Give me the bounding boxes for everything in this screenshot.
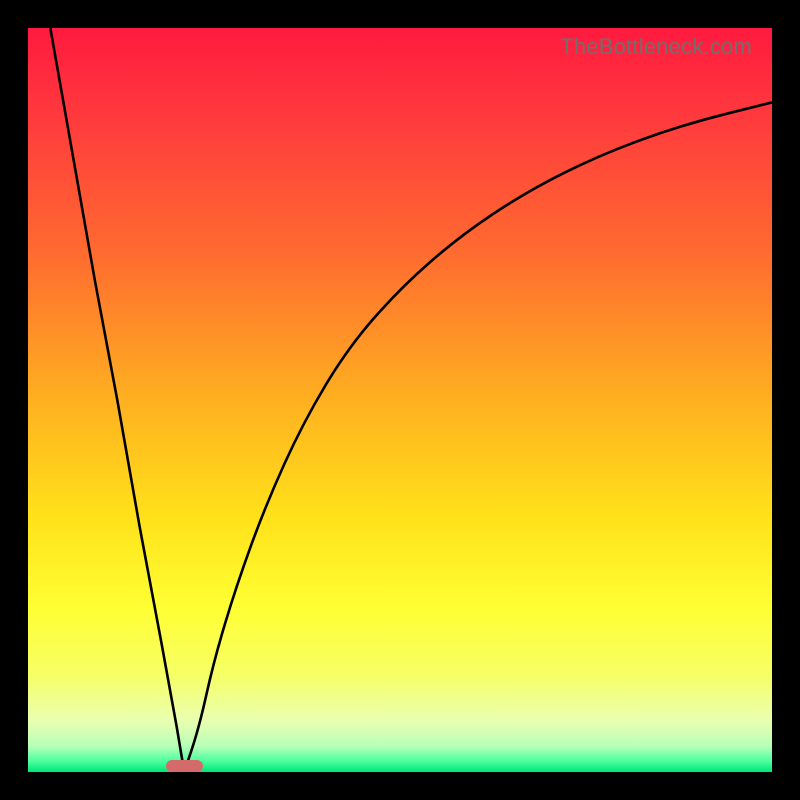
curve-right-branch (184, 102, 772, 772)
bottleneck-curve (28, 28, 772, 772)
plot-area: TheBottleneck.com (28, 28, 772, 772)
optimal-marker (166, 760, 203, 772)
curve-left-branch (50, 28, 184, 772)
chart-frame: TheBottleneck.com (0, 0, 800, 800)
